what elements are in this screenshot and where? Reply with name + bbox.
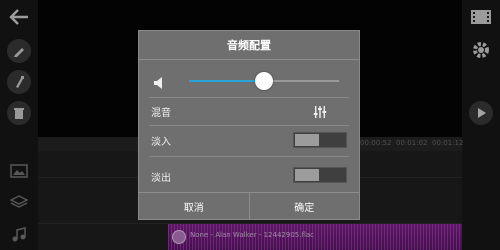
divider (149, 156, 349, 157)
confirm-button[interactable]: 确定 (248, 193, 360, 219)
volume-slider-thumb[interactable] (255, 72, 273, 90)
fade-out-label: 淡出 (151, 173, 171, 184)
divider (149, 125, 349, 126)
toggle-knob (295, 169, 319, 181)
divider (149, 97, 349, 98)
fade-out-toggle[interactable] (293, 167, 347, 183)
mixer-icon[interactable] (313, 104, 327, 123)
audio-settings-dialog: 音频配置 混音 淡入 淡出 取消 确定 (138, 30, 360, 220)
volume-slider[interactable] (189, 72, 339, 90)
mix-label: 混音 (151, 108, 171, 119)
cancel-button[interactable]: 取消 (139, 193, 249, 219)
dialog-buttons: 取消 确定 (139, 192, 359, 219)
speaker-icon (153, 75, 167, 94)
volume-slider-fill (189, 80, 264, 82)
fade-in-label: 淡入 (151, 137, 171, 148)
fade-in-toggle[interactable] (293, 132, 347, 148)
toggle-knob (295, 134, 319, 146)
dialog-title: 音频配置 (139, 31, 359, 60)
